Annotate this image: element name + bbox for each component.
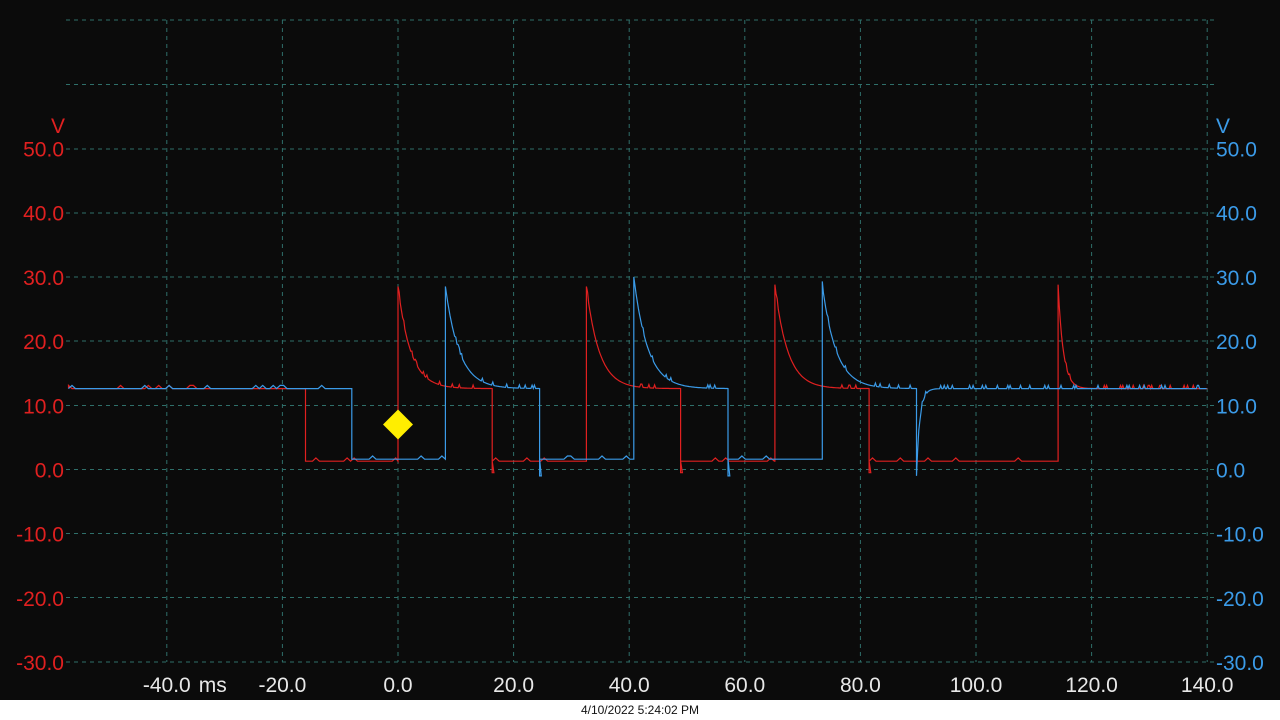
x-tick-label: 40.0 xyxy=(609,674,650,697)
timestamp: 4/10/2022 5:24:02 PM xyxy=(0,700,1280,720)
left-tick-label: 10.0 xyxy=(23,395,64,418)
right-tick-label: 30.0 xyxy=(1216,267,1257,290)
right-unit-label: V xyxy=(1216,115,1230,138)
right-tick-label: -30.0 xyxy=(1216,652,1264,675)
x-tick-label: 20.0 xyxy=(493,674,534,697)
traces xyxy=(67,276,1208,477)
left-tick-label: -20.0 xyxy=(16,588,64,611)
left-tick-label: 50.0 xyxy=(23,139,64,162)
left-unit-label: V xyxy=(51,115,65,138)
right-tick-label: 0.0 xyxy=(1216,460,1245,483)
x-tick-label: -40.0 xyxy=(143,674,191,697)
grid xyxy=(66,19,1215,663)
right-tick-label: 20.0 xyxy=(1216,331,1257,354)
right-tick-label: -10.0 xyxy=(1216,524,1264,547)
left-tick-label: -30.0 xyxy=(16,652,64,675)
x-tick-label: 140.0 xyxy=(1181,674,1234,697)
trigger-marker xyxy=(383,409,413,440)
trace-red xyxy=(67,284,1208,474)
x-tick-label: 100.0 xyxy=(950,674,1003,697)
x-tick-label: 120.0 xyxy=(1065,674,1118,697)
right-tick-label: 10.0 xyxy=(1216,395,1257,418)
x-tick-label: -20.0 xyxy=(258,674,306,697)
left-tick-label: 40.0 xyxy=(23,203,64,226)
left-tick-label: 20.0 xyxy=(23,331,64,354)
right-tick-label: -20.0 xyxy=(1216,588,1264,611)
oscilloscope-chart: V V50.0 50.040.0 40.030.0 30.020.0 20.010.0 10… xyxy=(16,19,1264,697)
trace-blue xyxy=(68,276,1207,477)
left-tick-label: 30.0 xyxy=(23,267,64,290)
x-tick-label: 0.0 xyxy=(383,674,412,697)
right-tick-label: 40.0 xyxy=(1216,203,1257,226)
left-tick-label: -10.0 xyxy=(16,524,64,547)
left-tick-label: 0.0 xyxy=(35,460,64,483)
x-tick-label: 80.0 xyxy=(840,674,881,697)
right-tick-label: 50.0 xyxy=(1216,139,1257,162)
x-unit-label: ms xyxy=(199,674,227,697)
x-tick-label: 60.0 xyxy=(724,674,765,697)
trigger-marker-group xyxy=(383,409,413,440)
